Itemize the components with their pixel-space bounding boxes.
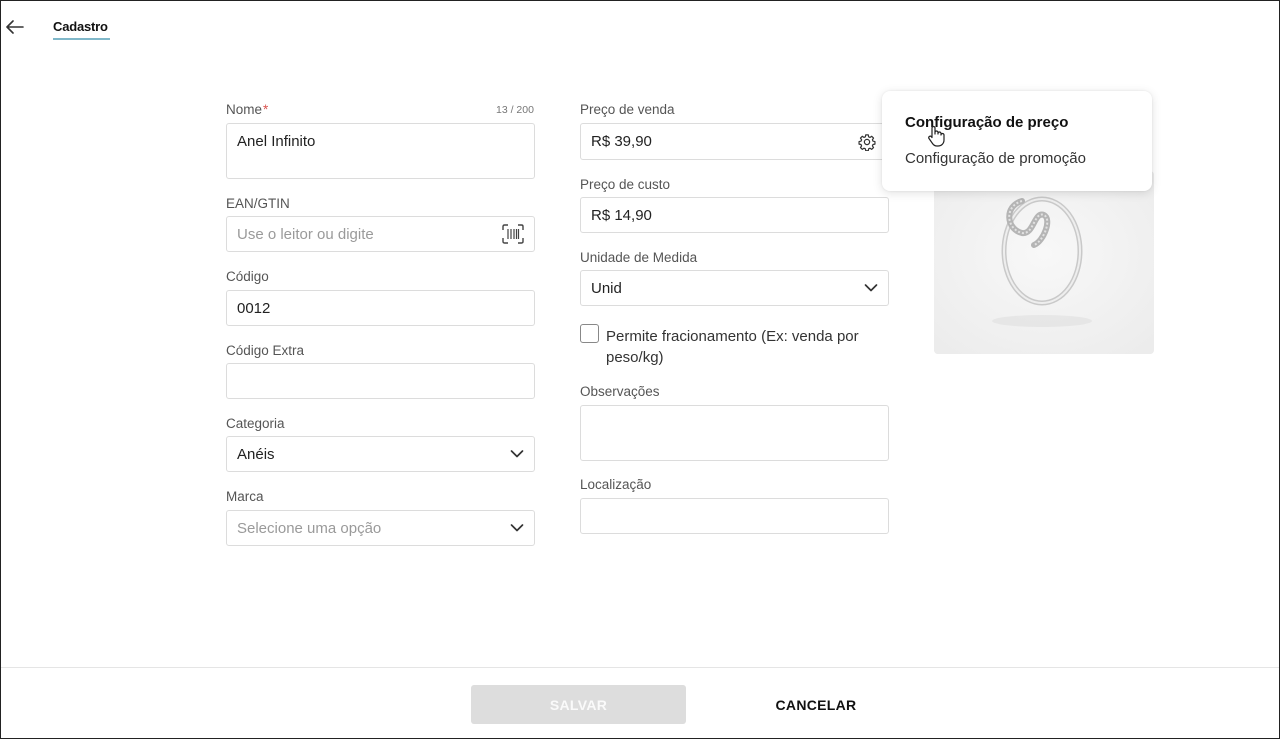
codigo-label: Código [226, 269, 269, 284]
chevron-down-icon [510, 524, 524, 533]
hand-pointer-cursor-icon [927, 125, 945, 152]
save-button[interactable]: SALVAR [471, 685, 686, 724]
price-options-menu: Configuração de preço Configuração de pr… [882, 91, 1152, 191]
unidade-select[interactable]: Unid [580, 270, 889, 306]
menu-item-configuracao-promocao[interactable]: Configuração de promoção [905, 150, 1086, 167]
ean-input[interactable]: Use o leitor ou digite [226, 216, 535, 252]
preco-venda-value: R$ 39,90 [591, 133, 652, 150]
categoria-label: Categoria [226, 416, 285, 431]
product-image[interactable] [934, 171, 1154, 354]
tab-cadastro[interactable]: Cadastro [53, 19, 108, 34]
preco-venda-input[interactable]: R$ 39,90 [580, 123, 889, 160]
preco-custo-input[interactable]: R$ 14,90 [580, 197, 889, 233]
marca-select[interactable]: Selecione uma opção [226, 510, 535, 546]
preco-custo-value: R$ 14,90 [591, 206, 652, 224]
codigo-value: 0012 [237, 299, 271, 317]
fracionamento-checkbox[interactable] [580, 324, 599, 343]
categoria-value: Anéis [237, 445, 275, 463]
marca-label: Marca [226, 489, 264, 504]
unidade-label: Unidade de Medida [580, 250, 698, 265]
observacoes-label: Observações [580, 384, 660, 399]
preco-venda-label: Preço de venda [580, 102, 675, 117]
nome-input[interactable]: Anel Infinito [226, 123, 535, 179]
chevron-down-icon [864, 284, 878, 293]
codigo-extra-input[interactable] [226, 363, 535, 399]
barcode-scan-icon[interactable] [502, 224, 524, 244]
preco-custo-label: Preço de custo [580, 177, 671, 192]
tab-active-indicator [53, 38, 110, 40]
back-arrow-icon[interactable] [5, 17, 25, 37]
cancel-button[interactable]: CANCELAR [741, 685, 891, 724]
nome-char-counter: 13 / 200 [496, 104, 534, 116]
fracionamento-label[interactable]: Permite fracionamento (Ex: venda por pes… [606, 326, 896, 368]
footer-divider [1, 667, 1279, 668]
required-mark: * [263, 102, 269, 117]
ean-label: EAN/GTIN [226, 196, 290, 211]
unidade-value: Unid [591, 279, 622, 297]
codigo-extra-label: Código Extra [226, 343, 305, 358]
chevron-down-icon [510, 450, 524, 459]
ean-placeholder: Use o leitor ou digite [237, 225, 374, 243]
nome-label: Nome* [226, 102, 269, 117]
gear-icon[interactable] [858, 133, 876, 151]
codigo-input[interactable]: 0012 [226, 290, 535, 326]
categoria-select[interactable]: Anéis [226, 436, 535, 472]
app-window: Cadastro Nome* 13 / 200 Anel Infinito EA… [0, 0, 1280, 739]
marca-placeholder: Selecione uma opção [237, 519, 382, 537]
localizacao-input[interactable] [580, 498, 889, 534]
nome-input-value: Anel Infinito [237, 133, 316, 150]
localizacao-label: Localização [580, 477, 652, 492]
observacoes-textarea[interactable] [580, 405, 889, 461]
